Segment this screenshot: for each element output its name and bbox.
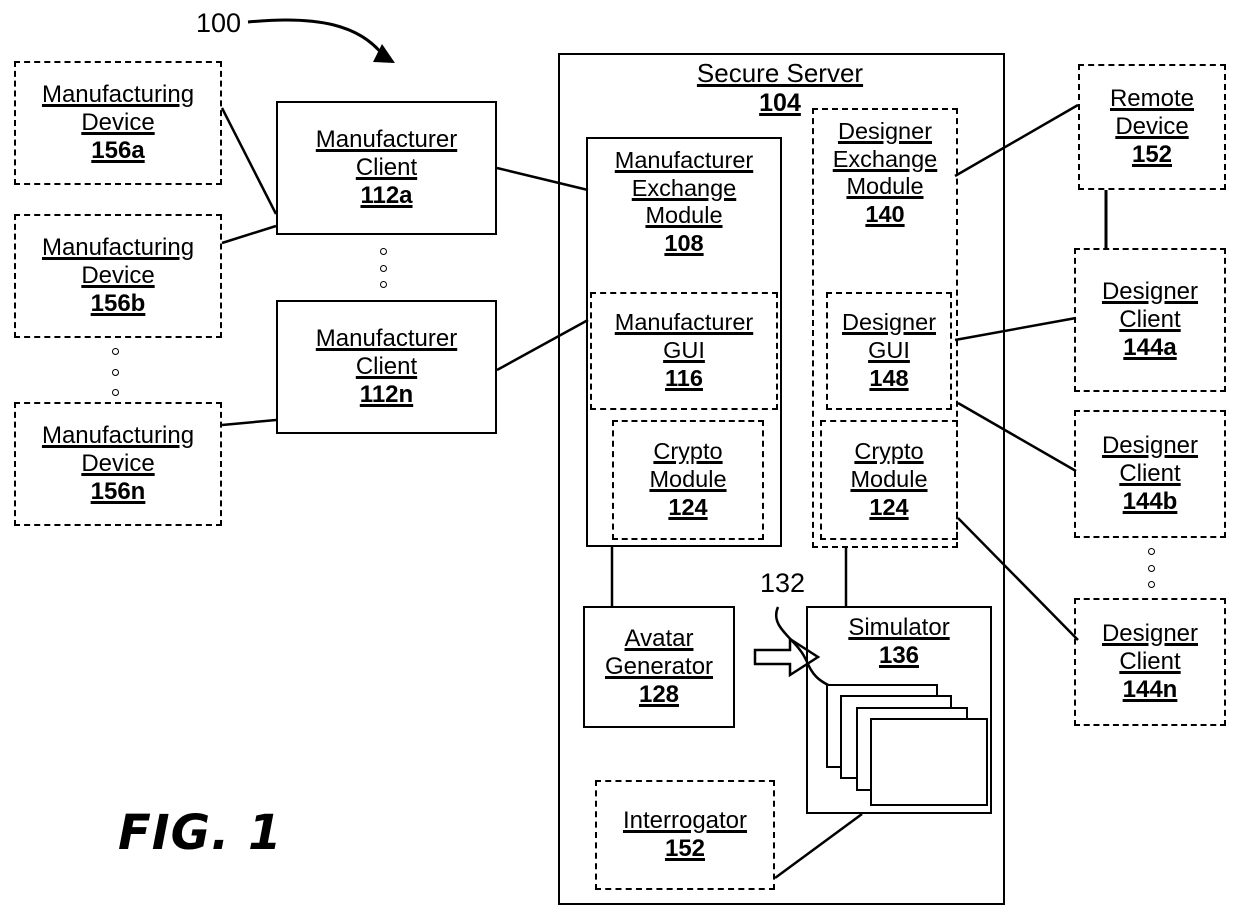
node-line-1: Crypto [653, 438, 723, 465]
node-ref: 144a [1123, 334, 1177, 362]
node-ref: 116 [665, 364, 703, 391]
node-ref: 148 [869, 364, 909, 391]
link-md156a-client112a [220, 107, 278, 215]
link-md156b-client112a [221, 224, 277, 245]
node-line-1: Avatar [624, 624, 694, 652]
node-line-2: Device [81, 261, 155, 289]
node-line-1: Designer [1101, 431, 1199, 459]
secure-server-title: Secure Server [696, 58, 864, 88]
node-line-2: Client [355, 153, 418, 181]
node-line-3: Module [846, 173, 924, 200]
node-ref: 108 [664, 230, 704, 257]
node-line-1: Manufacturing [41, 421, 195, 449]
node-line-2: Client [355, 352, 418, 380]
manufacturing-device-156b[interactable]: Manufacturing Device 156b [14, 214, 222, 338]
manufacturer-crypto-module[interactable]: Crypto Module 124 [612, 420, 764, 540]
remote-device-152[interactable]: Remote Device 152 [1078, 64, 1226, 190]
designer-client-144a[interactable]: Designer Client 144a [1074, 248, 1226, 392]
interrogator[interactable]: Interrogator 152 [595, 780, 775, 890]
node-line-2: Device [1115, 112, 1189, 140]
node-ref: 144b [1122, 488, 1178, 516]
node-line-1: Manufacturing [41, 233, 195, 261]
node-line-2: Module [649, 466, 727, 493]
manufacturer-clients-ellipsis [378, 248, 388, 288]
node-line-1: Designer [1101, 619, 1199, 647]
node-line-1: Simulator [848, 614, 950, 641]
node-line-2: Device [81, 108, 155, 136]
node-line-3: Module [645, 202, 723, 229]
node-line-1: Designer [841, 309, 937, 336]
node-line-2: GUI [868, 337, 910, 364]
simulation-document-stack [826, 684, 996, 810]
node-line-1: Designer [1101, 277, 1199, 305]
node-ref: 140 [865, 201, 905, 228]
node-line-2: Module [850, 466, 928, 493]
node-line-1: Manufacturer [614, 147, 754, 173]
node-ref: 124 [668, 493, 708, 520]
node-ref: 124 [869, 493, 909, 520]
node-line-2: Generator [604, 652, 714, 680]
node-line-1: Designer [837, 118, 933, 144]
node-line-2: Exchange [832, 145, 938, 172]
node-ref: 112a [360, 182, 413, 210]
manufacturing-device-156a[interactable]: Manufacturing Device 156a [14, 61, 222, 185]
node-ref: 156n [90, 478, 146, 506]
avatar-generator[interactable]: Avatar Generator 128 [583, 606, 735, 728]
designer-client-144n[interactable]: Designer Client 144n [1074, 598, 1226, 726]
node-ref: 152 [664, 835, 706, 862]
simulation-sheet-4 [870, 718, 988, 806]
system-callout-arrow [247, 18, 395, 63]
manufacturing-device-156n[interactable]: Manufacturing Device 156n [14, 402, 222, 526]
node-line-2: Client [1119, 647, 1181, 675]
designer-clients-ellipsis [1146, 548, 1156, 588]
node-line-1: Remote [1109, 84, 1195, 112]
node-ref: 112n [359, 381, 414, 409]
node-ref: 136 [878, 642, 920, 670]
designer-crypto-module[interactable]: Crypto Module 124 [820, 420, 958, 540]
node-line-1: Manufacturer [315, 125, 458, 153]
link-md156n-client112n [221, 418, 277, 427]
node-line-2: Exchange [631, 174, 737, 201]
manufacturer-client-112a[interactable]: Manufacturer Client 112a [276, 101, 497, 235]
node-ref: 152 [1131, 141, 1173, 169]
manufacturing-devices-ellipsis [110, 348, 120, 396]
manufacturer-client-112n[interactable]: Manufacturer Client 112n [276, 300, 497, 434]
simulation-callout-label: 132 [760, 568, 806, 598]
system-callout-label: 100 [196, 8, 242, 38]
node-ref: 144n [1122, 676, 1178, 704]
node-line-1: Crypto [854, 438, 924, 465]
designer-client-144b[interactable]: Designer Client 144b [1074, 410, 1226, 538]
figure-caption: FIG. 1 [118, 805, 283, 861]
node-line-2: Client [1119, 459, 1181, 487]
node-line-2: Client [1119, 305, 1181, 333]
designer-gui[interactable]: Designer GUI 148 [826, 292, 952, 410]
node-line-1: Manufacturer [614, 309, 754, 336]
node-line-1: Interrogator [622, 806, 748, 834]
node-line-2: Device [81, 449, 155, 477]
node-ref: 156b [90, 290, 146, 318]
manufacturer-gui[interactable]: Manufacturer GUI 116 [590, 292, 778, 410]
patent-figure-1: Secure Server 104 Manufacturing Device 1… [0, 0, 1240, 916]
node-line-1: Manufacturing [41, 80, 195, 108]
node-ref: 128 [638, 681, 680, 709]
node-ref: 156a [91, 137, 145, 165]
node-line-2: GUI [663, 337, 705, 364]
node-line-1: Manufacturer [315, 324, 458, 352]
